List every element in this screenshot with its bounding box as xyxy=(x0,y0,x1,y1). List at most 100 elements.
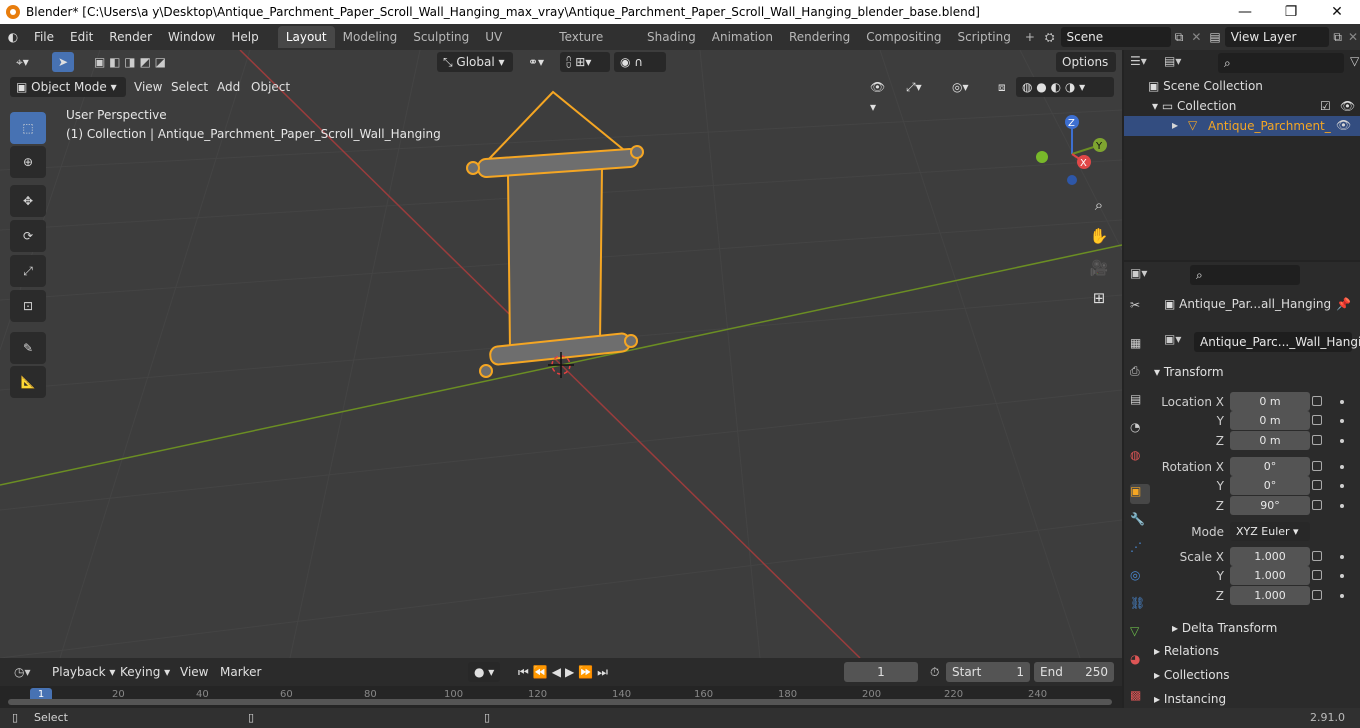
display-mode-icon[interactable]: ▤▾ xyxy=(1164,54,1181,68)
start-frame-field[interactable]: Start 1 xyxy=(946,662,1030,682)
annotate-tool[interactable]: ✎ xyxy=(10,332,46,364)
outliner-search-input[interactable]: ⌕ xyxy=(1218,53,1344,73)
select-box-tool[interactable]: ⬚ xyxy=(10,112,46,144)
pivot-dropdown[interactable]: ⚭▾ xyxy=(522,52,558,72)
keyframe-dot-icon[interactable] xyxy=(1340,439,1344,443)
eye-icon[interactable]: 👁 xyxy=(1336,118,1351,132)
record-button[interactable]: ● ▾ xyxy=(468,662,501,682)
maximize-button[interactable]: ❐ xyxy=(1268,0,1314,24)
measure-tool[interactable]: 📐 xyxy=(10,366,46,398)
rotation-y-field[interactable]: 0° xyxy=(1230,476,1310,495)
scene-icon[interactable]: ⛭ xyxy=(1041,30,1059,45)
object-browse-icon[interactable]: ▣▾ xyxy=(1164,332,1181,346)
add-workspace-button[interactable]: + xyxy=(1019,30,1041,44)
marker-menu[interactable]: Marker xyxy=(214,662,267,682)
timeline-view-menu[interactable]: View xyxy=(174,662,214,682)
viewport-menu-add[interactable]: Add xyxy=(211,77,246,97)
rotation-mode-dropdown[interactable]: XYZ Euler ▾ xyxy=(1230,522,1310,541)
menu-edit[interactable]: Edit xyxy=(62,26,101,48)
playback-controls[interactable]: ⏮⏪◀▶⏩⏭ xyxy=(512,662,636,682)
scene-field[interactable]: Scene xyxy=(1060,27,1171,47)
tab-texture-paint[interactable]: Texture Paint xyxy=(551,26,639,66)
options-dropdown[interactable]: Options ▾ xyxy=(1056,52,1116,89)
move-tool[interactable]: ✥ xyxy=(10,185,46,217)
rotation-x-field[interactable]: 0° xyxy=(1230,457,1310,476)
gizmo-toggle-icon[interactable]: ⤢▾ xyxy=(900,77,940,97)
scale-tool[interactable]: ⤢ xyxy=(10,255,46,287)
material-tab-icon[interactable]: ◕ xyxy=(1130,652,1150,672)
render-tab-icon[interactable]: ▦ xyxy=(1130,336,1150,356)
transform-tool[interactable]: ⊡ xyxy=(10,290,46,322)
object-name-field[interactable]: Antique_Parc..._Wall_Hanging xyxy=(1194,332,1360,352)
menu-render[interactable]: Render xyxy=(101,26,160,48)
instancing-header[interactable]: ▸ Instancing xyxy=(1154,688,1354,706)
eye-icon[interactable]: 👁 xyxy=(1340,99,1355,113)
object-tab-icon[interactable]: ▣ xyxy=(1130,484,1150,504)
tab-shading[interactable]: Shading xyxy=(639,26,704,48)
lock-icon[interactable] xyxy=(1312,461,1322,471)
physics-tab-icon[interactable]: ◎ xyxy=(1130,568,1150,588)
zoom-icon[interactable]: ⌕ xyxy=(1085,191,1113,219)
collection-row[interactable]: ▾ ▭ Collection ☑ 👁 xyxy=(1152,99,1358,113)
stopwatch-icon[interactable]: ⏱ xyxy=(924,662,945,682)
tab-rendering[interactable]: Rendering xyxy=(781,26,858,48)
lock-icon[interactable] xyxy=(1312,480,1322,490)
transform-section-header[interactable]: ▾ Transform xyxy=(1154,361,1354,383)
lock-icon[interactable] xyxy=(1312,590,1322,600)
overlay-toggle-icon[interactable]: ◎▾ xyxy=(946,77,986,97)
lock-icon[interactable] xyxy=(1312,570,1322,580)
data-tab-icon[interactable]: ▽ xyxy=(1130,624,1150,644)
location-z-field[interactable]: 0 m xyxy=(1230,431,1310,450)
scene-new-icon[interactable]: ⧉ xyxy=(1171,30,1188,45)
select-tool-header-icon[interactable]: ➤ xyxy=(52,52,74,72)
scene-tab-icon[interactable]: ◔ xyxy=(1130,420,1150,440)
end-frame-field[interactable]: End 250 xyxy=(1034,662,1114,682)
output-tab-icon[interactable]: ⎙ xyxy=(1130,364,1150,384)
tab-layout[interactable]: Layout xyxy=(277,26,335,48)
current-frame-field[interactable]: 1 xyxy=(844,662,918,682)
scale-z-field[interactable]: 1.000 xyxy=(1230,586,1310,605)
properties-search-input[interactable]: ⌕ xyxy=(1190,265,1300,285)
shading-mode-buttons[interactable]: ◍ ● ◐ ◑ ▾ xyxy=(1016,77,1114,97)
texture-tab-icon[interactable]: ▩ xyxy=(1130,688,1150,708)
rotate-tool[interactable]: ⟳ xyxy=(10,220,46,252)
viewport-menu-select[interactable]: Select xyxy=(165,77,214,97)
particles-tab-icon[interactable]: ⋰ xyxy=(1130,540,1150,560)
timeline-ruler[interactable]: 1 20 40 60 80 100 120 140 160 180 200 22… xyxy=(0,686,1122,708)
keyframe-dot-icon[interactable] xyxy=(1340,465,1344,469)
lock-icon[interactable] xyxy=(1312,500,1322,510)
keying-menu[interactable]: Keying ▾ xyxy=(114,662,176,682)
tab-scripting[interactable]: Scripting xyxy=(949,26,1018,48)
menu-help[interactable]: Help xyxy=(223,26,266,48)
view-layer-field[interactable]: View Layer xyxy=(1224,27,1330,47)
snap-dropdown[interactable]: ⩉ ⊞▾ xyxy=(560,52,610,72)
view-layer-new-icon[interactable]: ⧉ xyxy=(1329,30,1346,45)
menu-window[interactable]: Window xyxy=(160,26,223,48)
object-row[interactable]: ▸ ▽ Antique_Parchment_ 👁 xyxy=(1124,116,1360,136)
xray-toggle-icon[interactable]: ⧈ xyxy=(992,77,1012,97)
view-layer-icon[interactable]: ▤ xyxy=(1205,30,1224,44)
location-x-field[interactable]: 0 m xyxy=(1230,392,1310,411)
tab-modeling[interactable]: Modeling xyxy=(335,26,406,48)
view-layer-tab-icon[interactable]: ▤ xyxy=(1130,392,1150,412)
tool-tab-icon[interactable]: ✂ xyxy=(1130,298,1150,318)
tab-uv-editing[interactable]: UV Editing xyxy=(477,26,551,66)
playback-menu[interactable]: Playback ▾ xyxy=(46,662,121,682)
lock-icon[interactable] xyxy=(1312,435,1322,445)
keyframe-dot-icon[interactable] xyxy=(1340,574,1344,578)
lock-icon[interactable] xyxy=(1312,415,1322,425)
object-mode-dropdown[interactable]: ▣ Object Mode ▾ xyxy=(10,77,126,97)
tab-compositing[interactable]: Compositing xyxy=(858,26,949,48)
rotation-z-field[interactable]: 90° xyxy=(1230,496,1310,515)
scene-collection-row[interactable]: ▣ Scene Collection xyxy=(1148,79,1263,93)
orientation-dropdown[interactable]: ⤡ Global ▾ xyxy=(437,52,513,72)
keyframe-dot-icon[interactable] xyxy=(1340,400,1344,404)
minimize-button[interactable]: — xyxy=(1222,0,1268,24)
timeline-editor-icon[interactable]: ◷▾ xyxy=(8,662,37,682)
scene-remove-icon[interactable]: ✕ xyxy=(1187,30,1205,44)
menu-file[interactable]: File xyxy=(26,26,62,48)
keyframe-dot-icon[interactable] xyxy=(1340,594,1344,598)
blender-menu-icon[interactable]: ◐ xyxy=(0,30,26,44)
proportional-edit-toggle[interactable]: ◉ ∩ xyxy=(614,52,666,72)
editor-type-button[interactable]: ⌖▾ xyxy=(10,52,40,72)
